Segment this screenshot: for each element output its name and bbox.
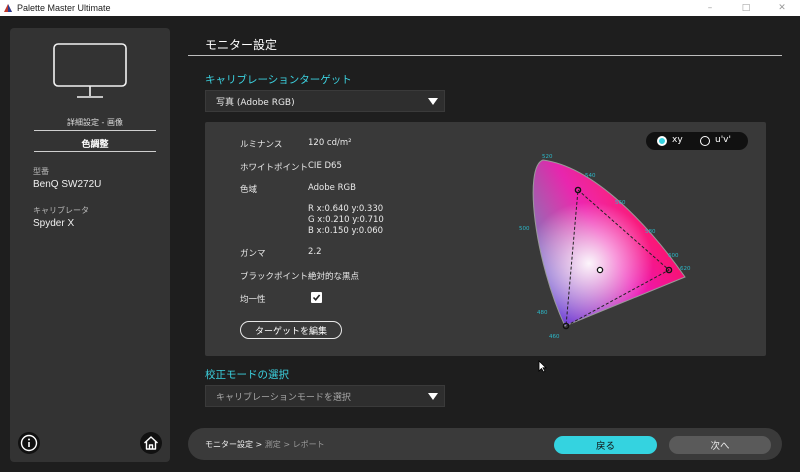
radio-uv[interactable] <box>700 136 710 146</box>
gamut-value: Adobe RGB <box>308 183 356 193</box>
radio-uv-label: u'v' <box>715 135 731 145</box>
wavelength-label: 460 <box>549 334 560 340</box>
info-button[interactable] <box>18 432 40 454</box>
wavelength-label: 620 <box>680 266 691 272</box>
whitepoint-value: CIE D65 <box>308 161 342 171</box>
page-title: モニター設定 <box>205 38 278 52</box>
gamut-r-value: R x:0.640 y:0.330 <box>308 204 384 214</box>
luminance-value: 120 cd/m² <box>308 138 352 148</box>
breadcrumb-monitor-settings: モニター設定 > <box>205 440 263 449</box>
window-title: Palette Master Ultimate <box>17 3 111 13</box>
app-logo-icon <box>4 4 12 12</box>
edit-target-button[interactable]: ターゲットを編集 <box>240 321 342 339</box>
breadcrumb-measurement: 測定 > <box>264 440 291 449</box>
model-label: 型番 <box>33 167 49 176</box>
calibration-target-value: 写真 (Adobe RGB) <box>216 97 295 108</box>
back-button[interactable]: 戻る <box>554 436 657 454</box>
wavelength-label: 520 <box>542 154 553 160</box>
wavelength-label: 560 <box>615 200 626 206</box>
gamut-g-value: G x:0.210 y:0.710 <box>308 215 384 225</box>
radio-xy-label: xy <box>672 135 683 145</box>
minimize-button[interactable]: – <box>692 0 728 16</box>
close-button[interactable]: ✕ <box>764 0 800 16</box>
whitepoint-label: ホワイトポイント <box>240 163 309 173</box>
sidebar-divider <box>34 151 156 152</box>
dropdown-arrow-icon <box>428 393 438 400</box>
wavelength-label: 500 <box>519 226 530 232</box>
cie-chromaticity-diagram: 520 540 560 580 600 620 500 480 460 <box>519 154 691 340</box>
maximize-button[interactable]: □ <box>728 0 764 16</box>
calibration-mode-placeholder: キャリブレーションモードを選択 <box>216 392 351 403</box>
home-icon <box>144 436 158 450</box>
dropdown-arrow-icon <box>428 98 438 105</box>
uniformity-label: 均一性 <box>240 295 266 305</box>
gamut-label: 色域 <box>240 185 258 195</box>
next-button[interactable]: 次へ <box>669 436 771 454</box>
wavelength-label: 480 <box>537 310 548 316</box>
uniformity-checkbox[interactable] <box>311 292 322 303</box>
home-button[interactable] <box>140 432 162 454</box>
title-divider <box>188 55 782 56</box>
blackpoint-label: ブラックポイント <box>240 272 309 282</box>
calibration-mode-heading: 校正モードの選択 <box>205 369 289 381</box>
calibrator-value: Spyder X <box>33 218 75 229</box>
info-icon <box>20 434 38 452</box>
diagram-mode-toggle: xy u'v' <box>646 132 748 150</box>
sidebar-item-color-adjust[interactable]: 色調整 <box>34 137 156 150</box>
calibration-target-heading: キャリブレーションターゲット <box>205 74 352 86</box>
sidebar-divider <box>34 130 156 131</box>
sidebar: 詳細設定 - 画像 色調整 型番 BenQ SW272U キャリブレータ Spy… <box>10 28 170 462</box>
mouse-cursor-icon <box>538 360 547 373</box>
wavelength-label: 580 <box>645 229 656 235</box>
calibrator-label: キャリブレータ <box>33 206 89 215</box>
gamut-b-value: B x:0.150 y:0.060 <box>308 226 384 236</box>
whitepoint-marker <box>596 266 604 274</box>
breadcrumb-report: レポート <box>292 440 325 449</box>
radio-xy[interactable] <box>657 136 667 146</box>
wavelength-label: 540 <box>585 173 596 179</box>
target-details-panel: ルミナンス 120 cd/m² ホワイトポイント CIE D65 色域 Adob… <box>205 122 766 356</box>
breadcrumb: モニター設定 > 測定 > レポート <box>205 439 325 450</box>
luminance-label: ルミナンス <box>240 140 283 150</box>
model-value: BenQ SW272U <box>33 179 102 190</box>
gamma-label: ガンマ <box>240 249 266 259</box>
wavelength-label: 600 <box>668 253 679 259</box>
calibration-target-dropdown[interactable]: 写真 (Adobe RGB) <box>205 90 445 112</box>
calibration-mode-dropdown[interactable]: キャリブレーションモードを選択 <box>205 385 445 407</box>
monitor-icon <box>53 43 127 98</box>
sidebar-subtitle: 詳細設定 - 画像 <box>67 118 123 127</box>
checkmark-icon <box>312 294 321 302</box>
blackpoint-value: 絶対的な黒点 <box>308 270 360 282</box>
window-titlebar: Palette Master Ultimate – □ ✕ <box>0 0 800 16</box>
gamma-value: 2.2 <box>308 247 322 257</box>
footer-bar: モニター設定 > 測定 > レポート 戻る 次へ <box>188 428 782 460</box>
